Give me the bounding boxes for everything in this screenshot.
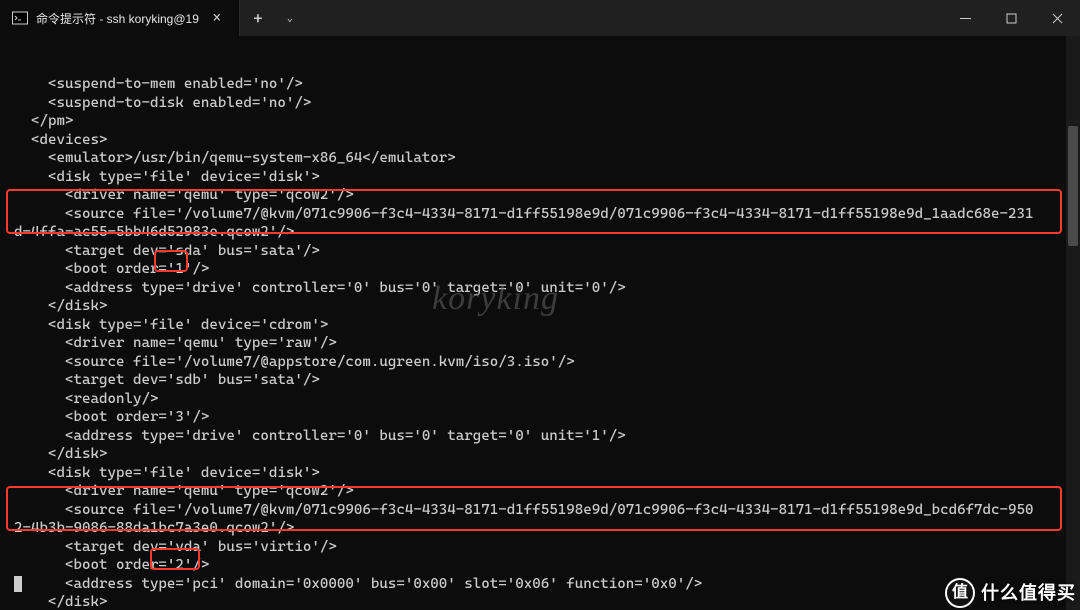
terminal-line: <disk type='file' device='disk'> (0, 464, 1080, 483)
terminal-line: <readonly/> (0, 390, 1080, 409)
terminal-line: <address type='drive' controller='0' bus… (0, 427, 1080, 446)
terminal-line: <address type='drive' controller='0' bus… (0, 279, 1080, 298)
terminal-line: <suspend-to-mem enabled='no'/> (0, 75, 1080, 94)
tab-active[interactable]: 命令提示符 - ssh koryking@19 × (0, 0, 240, 36)
terminal-line: <driver name='qemu' type='raw'/> (0, 334, 1080, 353)
brand-badge-icon: 值 (945, 578, 975, 608)
minimize-button[interactable] (942, 0, 988, 36)
scrollbar-thumb[interactable] (1068, 126, 1078, 246)
terminal-line: <target dev='vda' bus='virtio'/> (0, 538, 1080, 557)
terminal-line: <target dev='sdb' bus='sata'/> (0, 371, 1080, 390)
close-tab-button[interactable]: × (207, 8, 227, 28)
new-tab-button[interactable]: + (240, 0, 276, 36)
terminal-line: </disk> (0, 593, 1080, 610)
terminal-line: <boot order='3'/> (0, 408, 1080, 427)
terminal-line: <source file='/volume7/@kvm/071c9906-f3c… (0, 501, 1080, 520)
terminal-line: <target dev='sda' bus='sata'/> (0, 242, 1080, 261)
terminal-line: <suspend-to-disk enabled='no'/> (0, 94, 1080, 113)
terminal-line: <boot order='1'/> (0, 260, 1080, 279)
titlebar: 命令提示符 - ssh koryking@19 × + ⌄ (0, 0, 1080, 36)
terminal-line: </pm> (0, 112, 1080, 131)
maximize-button[interactable] (988, 0, 1034, 36)
terminal-line: <source file='/volume7/@kvm/071c9906-f3c… (0, 205, 1080, 224)
close-window-button[interactable] (1034, 0, 1080, 36)
terminal-line: </disk> (0, 297, 1080, 316)
terminal-line: <boot order='2'/> (0, 556, 1080, 575)
terminal-line: <disk type='file' device='disk'> (0, 168, 1080, 187)
brand-text: 什么值得买 (981, 584, 1076, 603)
scrollbar-track[interactable] (1066, 36, 1080, 610)
terminal-line: <disk type='file' device='cdrom'> (0, 316, 1080, 335)
terminal-line: <source file='/volume7/@appstore/com.ugr… (0, 353, 1080, 372)
tab-title: 命令提示符 - ssh koryking@19 (36, 10, 199, 27)
terminal-line: <address type='pci' domain='0x0000' bus=… (0, 575, 1080, 594)
brand-overlay: 值 什么值得买 (945, 578, 1076, 608)
terminal-line: <driver name='qemu' type='qcow2'/> (0, 482, 1080, 501)
terminal-line: </disk> (0, 445, 1080, 464)
terminal-cursor (14, 576, 22, 592)
terminal-line: 2-4b3b-9086-88da1bc7a3e0.qcow2'/> (0, 519, 1080, 538)
cmd-icon (12, 10, 28, 26)
terminal-line: d-4ffa-ac55-5bb46d52983e.qcow2'/> (0, 223, 1080, 242)
terminal-line: <driver name='qemu' type='qcow2'/> (0, 186, 1080, 205)
titlebar-drag-area[interactable] (304, 0, 942, 36)
terminal-output[interactable]: <suspend-to-mem enabled='no'/> <suspend-… (0, 36, 1080, 610)
tab-dropdown-button[interactable]: ⌄ (276, 0, 304, 36)
terminal-line: <devices> (0, 131, 1080, 150)
terminal-line: <emulator>/usr/bin/qemu-system-x86_64</e… (0, 149, 1080, 168)
